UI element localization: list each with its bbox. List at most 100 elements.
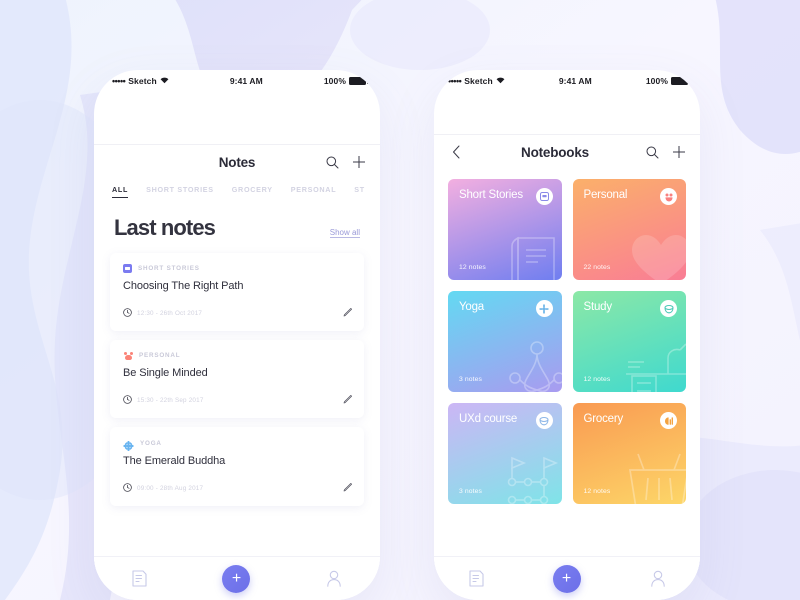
- notebook-tile-study[interactable]: Study 12 notes: [572, 291, 686, 392]
- pencil-icon[interactable]: [343, 304, 353, 322]
- note-title: The Emerald Buddha: [123, 455, 226, 467]
- page-title: Notes: [218, 154, 256, 170]
- wifi-icon: [160, 76, 169, 86]
- navbar-left: Notes: [94, 145, 380, 179]
- chevron-left-icon[interactable]: [448, 145, 464, 159]
- navbar-right: Notebooks: [434, 135, 700, 169]
- notebook-name: Short Stories: [459, 189, 523, 201]
- book-art: [510, 236, 555, 280]
- note-timestamp: 09:00 - 28th Aug 2017: [137, 484, 204, 492]
- pencil-icon[interactable]: [343, 479, 353, 497]
- carrier-name: Sketch: [464, 76, 493, 86]
- note-timestamp: 15:30 - 22th Sep 2017: [137, 396, 204, 404]
- note-category: PERSONAL: [123, 351, 351, 360]
- person-icon[interactable]: [326, 570, 342, 587]
- add-note-fab[interactable]: +: [222, 564, 251, 593]
- note-card[interactable]: YOGA The Emerald Buddha 09:00 - 28th Aug…: [110, 427, 364, 506]
- lotus-icon: [123, 438, 134, 452]
- plus-icon[interactable]: [672, 145, 686, 159]
- search-icon[interactable]: [326, 156, 339, 169]
- note-card[interactable]: PERSONAL Be Single Minded 15:30 - 22th S…: [110, 340, 364, 418]
- notebook-count: 3 notes: [459, 376, 482, 383]
- bowl-icon: [660, 300, 677, 317]
- status-time: 9:41 AM: [229, 76, 263, 86]
- show-all-link[interactable]: Show all: [329, 228, 360, 238]
- note-footer: 12:30 - 26th Oct 2017: [123, 304, 351, 322]
- notebook-name: Study: [583, 301, 613, 313]
- basket-icon: [660, 412, 677, 429]
- phone-notes-screen: ••••• Sketch 9:41 AM 100% Notes ALL SHOR…: [94, 70, 380, 600]
- note-page-icon[interactable]: [468, 570, 484, 587]
- add-notebook-fab[interactable]: +: [552, 564, 581, 593]
- notebook-tile-grocery[interactable]: Grocery 12 notes: [572, 403, 686, 504]
- bottom-navigation-right: +: [434, 556, 700, 600]
- phone-notebooks-screen: ••••• Sketch 9:41 AM 100% Notebooks Shor…: [434, 70, 700, 600]
- person-icon[interactable]: [650, 570, 666, 587]
- tab-all[interactable]: ALL: [112, 185, 129, 198]
- plus-icon[interactable]: [352, 155, 366, 169]
- clock-icon: [123, 304, 132, 322]
- page-title: Notebooks: [521, 144, 589, 160]
- heart-art: [632, 235, 686, 280]
- notebook-tile-personal[interactable]: Personal 22 notes: [572, 179, 686, 280]
- tab-short-stories[interactable]: SHORT STORIES: [146, 185, 214, 197]
- section-header: Last notes Show all: [94, 205, 380, 253]
- tab-grocery[interactable]: GROCERY: [232, 185, 273, 197]
- clock-icon: [123, 391, 132, 409]
- bottom-navigation-left: +: [94, 556, 380, 600]
- carrier-name: Sketch: [128, 76, 157, 86]
- smiley-icon: [660, 188, 677, 205]
- status-time: 9:41 AM: [558, 76, 592, 86]
- notebook-count: 12 notes: [583, 376, 611, 383]
- note-page-icon[interactable]: [132, 570, 147, 587]
- notebook-name: UXd course: [459, 413, 518, 425]
- tab-personal[interactable]: PERSONAL: [291, 185, 337, 197]
- chat-square-icon: [535, 188, 553, 205]
- bowl-icon: [535, 412, 553, 429]
- status-bar-left: ••••• Sketch 9:41 AM 100%: [94, 70, 380, 92]
- notes-list: SHORT STORIES Choosing The Right Path 12…: [94, 253, 380, 506]
- note-title: Be Single Minded: [123, 367, 208, 379]
- battery-percent: 100%: [323, 76, 346, 86]
- pencil-icon[interactable]: [343, 391, 353, 409]
- notebook-name: Grocery: [583, 413, 624, 425]
- note-category: SHORT STORIES: [123, 264, 351, 273]
- note-category-label: YOGA: [140, 439, 162, 447]
- flow-art: [507, 456, 558, 504]
- note-category-label: PERSONAL: [139, 352, 181, 359]
- notebook-name: Yoga: [459, 301, 485, 313]
- note-footer: 15:30 - 22th Sep 2017: [123, 391, 351, 409]
- notebook-count: 22 notes: [583, 264, 611, 271]
- clock-icon: [123, 479, 132, 497]
- notebooks-grid: Short Stories 12 notes Personal 22 notes…: [434, 169, 700, 504]
- notebook-count: 12 notes: [583, 488, 611, 495]
- note-category-label: SHORT STORIES: [138, 265, 200, 272]
- category-tabs: ALL SHORT STORIES GROCERY PERSONAL ST: [94, 179, 380, 205]
- notebook-tile-yoga[interactable]: Yoga 3 notes: [448, 291, 562, 392]
- note-title: Choosing The Right Path: [123, 280, 244, 292]
- battery-percent: 100%: [645, 76, 668, 86]
- status-bar-right: ••••• Sketch 9:41 AM 100%: [434, 70, 700, 92]
- note-category: YOGA: [123, 438, 351, 452]
- note-card[interactable]: SHORT STORIES Choosing The Right Path 12…: [110, 253, 364, 331]
- carrier-signal-dots: •••••: [112, 76, 126, 86]
- people-icon: [123, 351, 133, 360]
- notebook-name: Personal: [583, 189, 628, 201]
- battery-full-icon: [349, 77, 368, 85]
- lotus-icon: [535, 300, 553, 317]
- yoga-art: [508, 341, 562, 392]
- notebook-count: 12 notes: [459, 264, 486, 271]
- chat-square-icon: [123, 264, 132, 273]
- section-title: Last notes: [114, 215, 216, 240]
- battery-full-icon: [671, 77, 690, 85]
- desk-art: [626, 343, 686, 392]
- notebook-tile-short-stories[interactable]: Short Stories 12 notes: [448, 179, 562, 280]
- search-icon[interactable]: [646, 146, 659, 159]
- notebook-tile-uxd-course[interactable]: UXd course 3 notes: [448, 403, 562, 504]
- note-timestamp: 12:30 - 26th Oct 2017: [137, 309, 203, 317]
- notebook-count: 3 notes: [459, 488, 482, 495]
- basket-art: [629, 453, 686, 504]
- note-footer: 09:00 - 28th Aug 2017: [123, 479, 351, 497]
- tab-study[interactable]: ST: [354, 185, 365, 197]
- wifi-icon: [496, 76, 505, 86]
